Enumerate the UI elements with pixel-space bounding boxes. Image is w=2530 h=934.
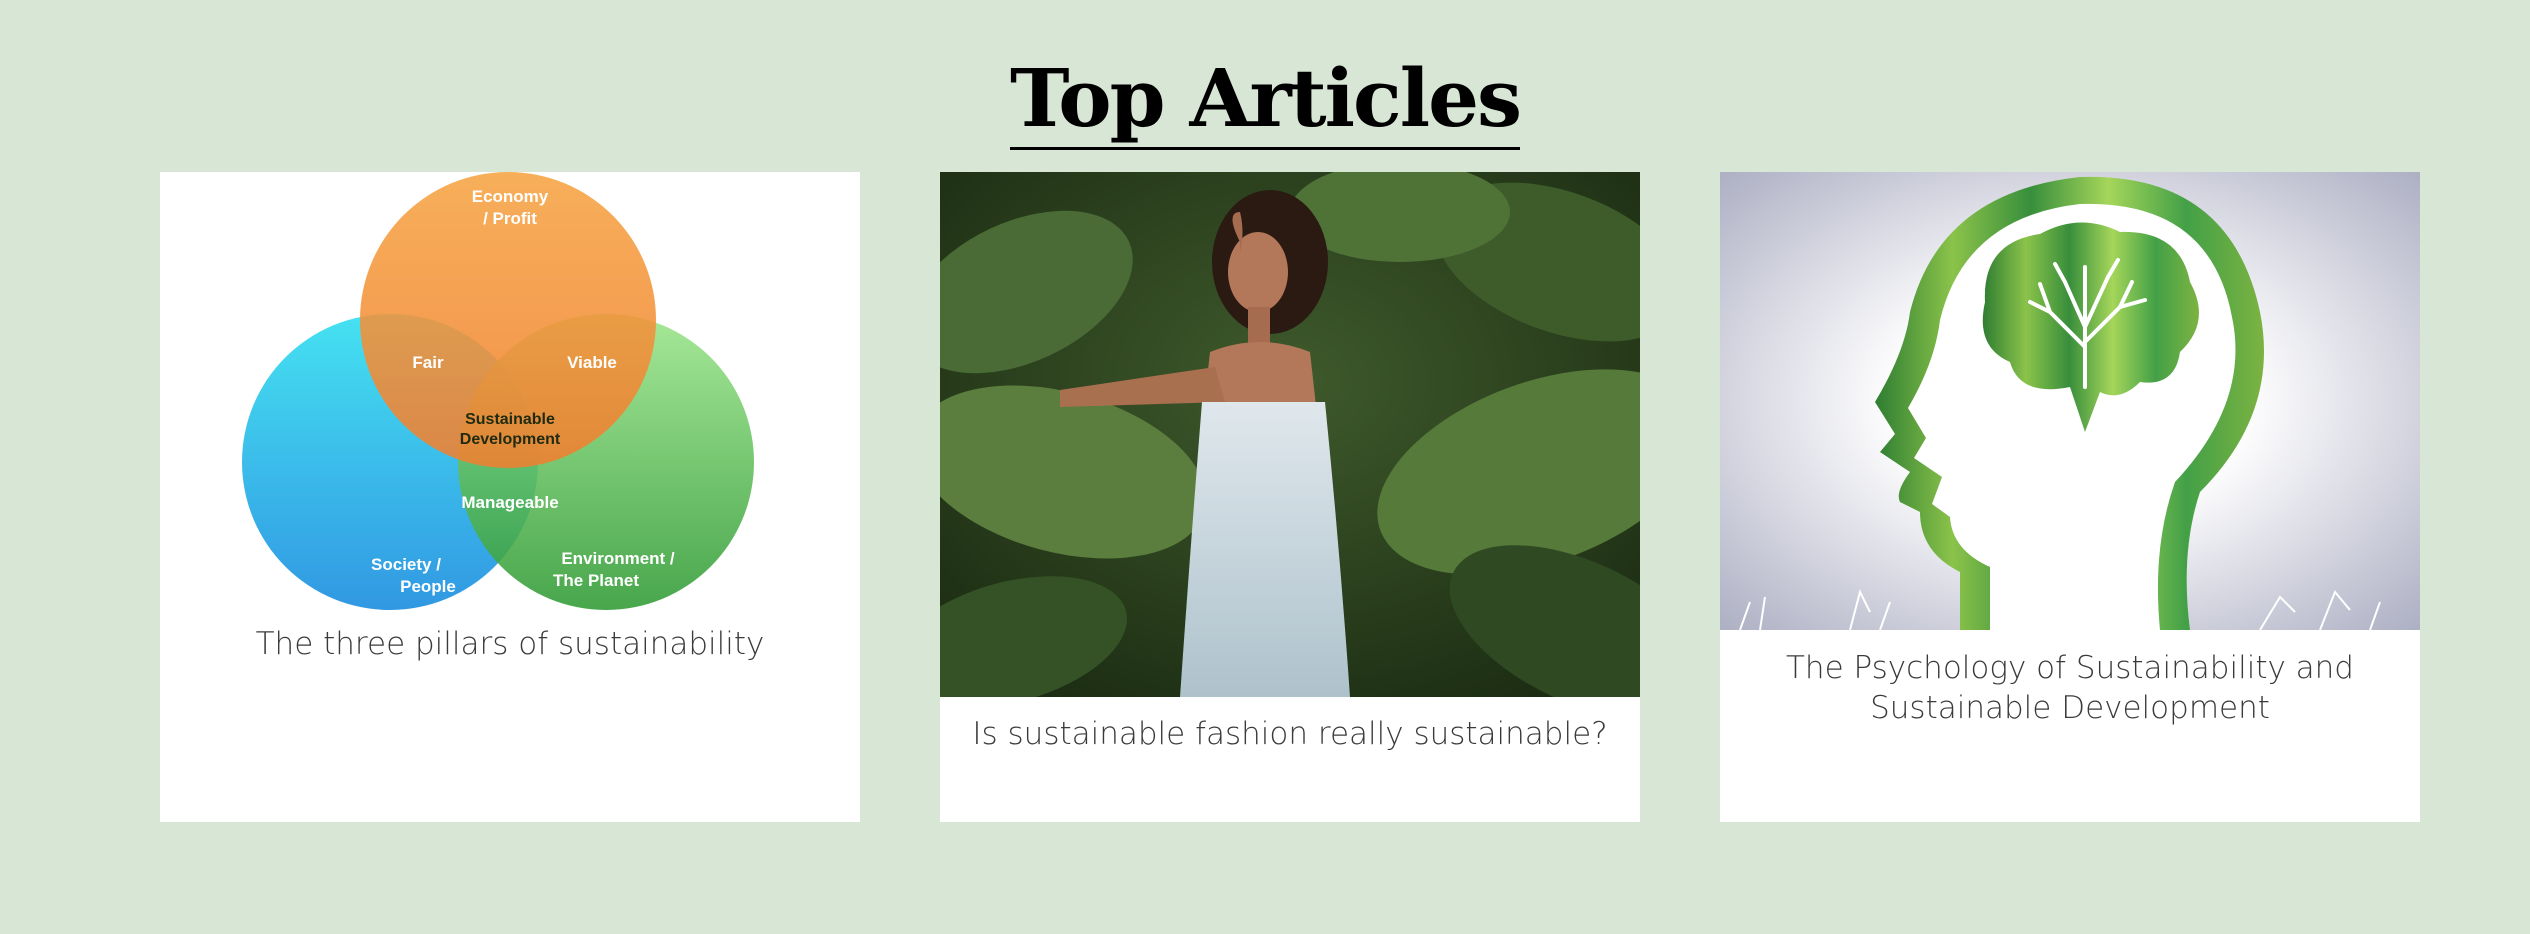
article-card-fashion[interactable]: Is sustainable fashion really sustainabl… <box>940 172 1640 822</box>
environment-label-1: Environment / <box>561 549 675 568</box>
article-caption[interactable]: Is sustainable fashion really sustainabl… <box>960 714 1620 754</box>
society-label-2: People <box>400 577 456 596</box>
venn-diagram-image: Economy / Profit Fair Viable Sustainable… <box>242 172 754 610</box>
fashion-photo <box>940 172 1640 697</box>
page-title: Top Articles <box>0 48 2530 150</box>
center-label-2: Development <box>460 431 561 448</box>
article-card-pillars[interactable]: Economy / Profit Fair Viable Sustainable… <box>160 172 860 822</box>
article-caption[interactable]: The three pillars of sustainability <box>180 624 840 664</box>
manageable-label: Manageable <box>461 493 558 512</box>
article-card-psychology[interactable]: The Psychology of Sustainability and Sus… <box>1720 172 2420 822</box>
viable-label: Viable <box>567 353 617 372</box>
economy-label-2: / Profit <box>483 209 537 228</box>
center-label-1: Sustainable <box>465 411 555 428</box>
environment-label-2: The Planet <box>553 571 639 590</box>
society-label-1: Society / <box>371 555 441 574</box>
economy-label-1: Economy <box>472 187 549 206</box>
fair-label: Fair <box>412 353 444 372</box>
article-caption[interactable]: The Psychology of Sustainability and Sus… <box>1740 648 2400 728</box>
page-title-text: Top Articles <box>1009 49 1522 150</box>
head-illustration <box>1720 172 2420 630</box>
